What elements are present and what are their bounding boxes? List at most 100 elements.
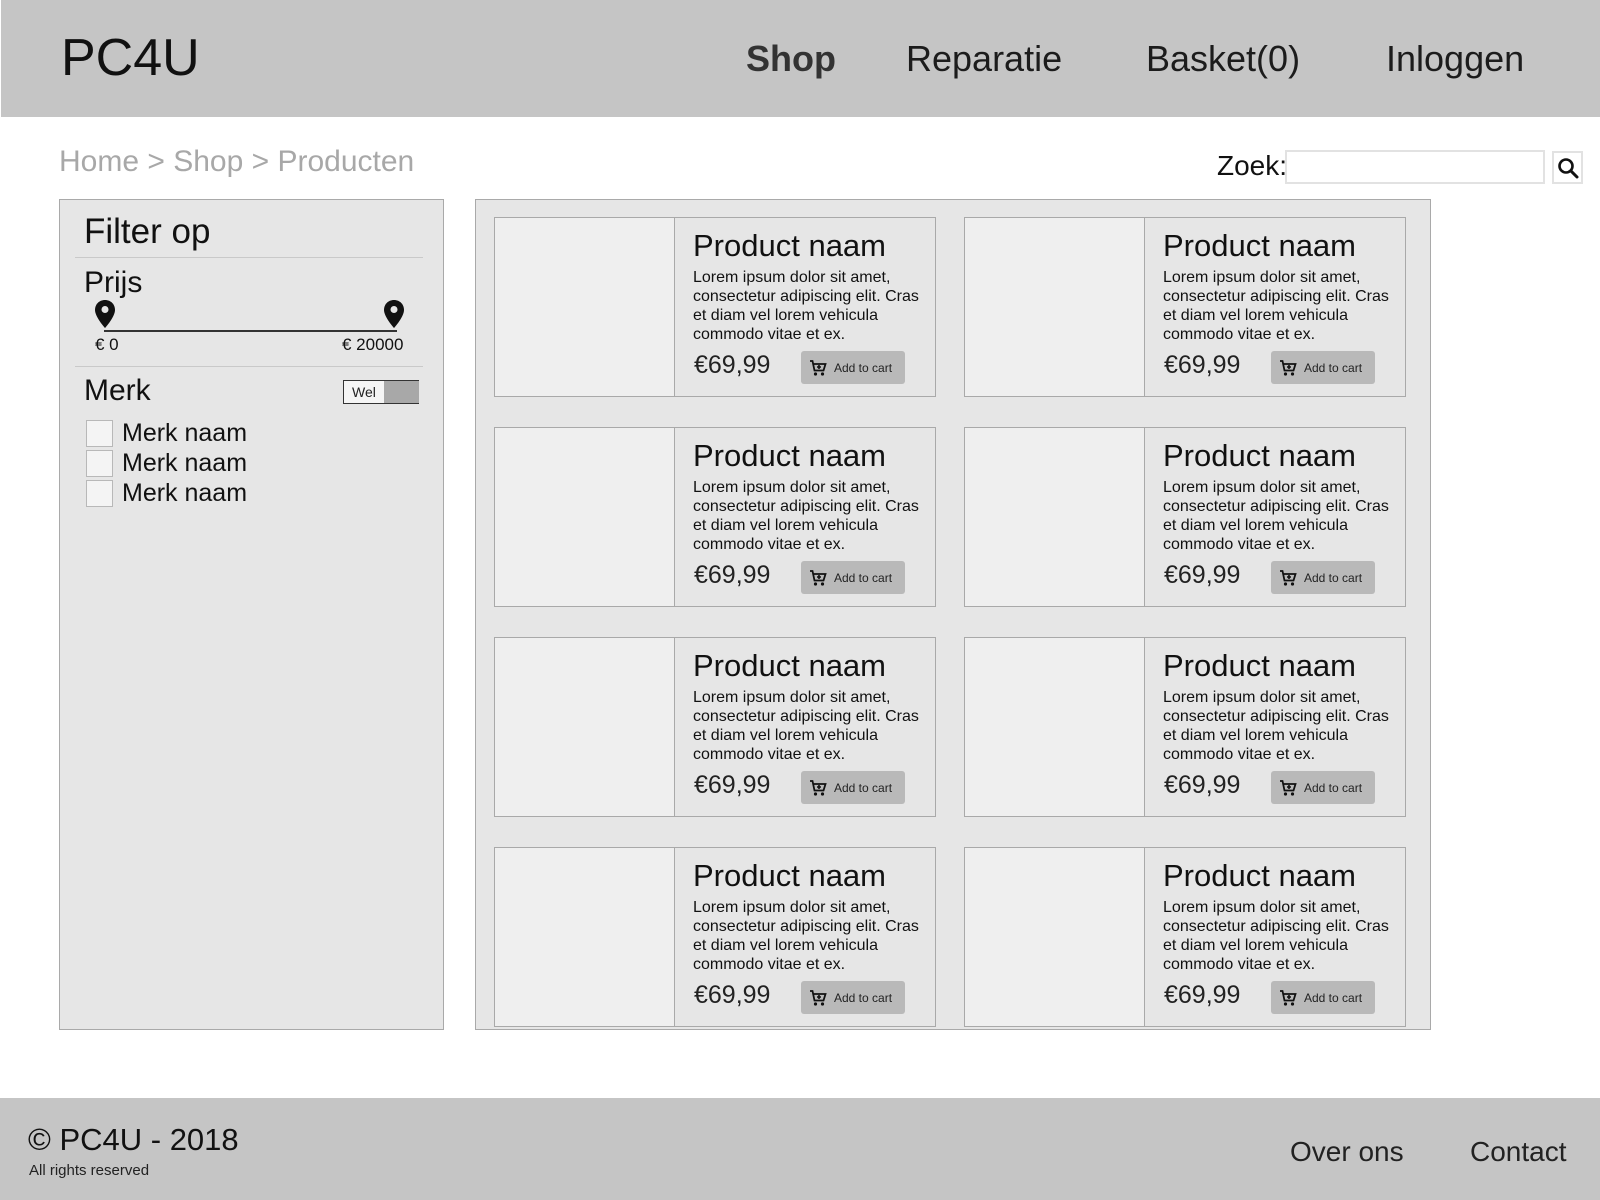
- product-description: Lorem ipsum dolor sit amet, consectetur …: [693, 479, 919, 553]
- product-name[interactable]: Product naam: [693, 228, 886, 264]
- product-price: €69,99: [1164, 771, 1241, 799]
- price-max-label: € 20000: [342, 335, 404, 354]
- product-card[interactable]: Product naam Lorem ipsum dolor sit amet,…: [494, 217, 936, 397]
- cart-icon: [1280, 359, 1297, 376]
- add-to-cart-label: Add to cart: [1304, 570, 1363, 585]
- product-image[interactable]: [965, 428, 1145, 606]
- product-image[interactable]: [965, 848, 1145, 1026]
- product-card[interactable]: Product naam Lorem ipsum dolor sit amet,…: [964, 427, 1406, 607]
- product-price: €69,99: [1164, 351, 1241, 379]
- add-to-cart-button[interactable]: Add to cart: [1271, 561, 1375, 594]
- brand-toggle[interactable]: Wel: [343, 380, 419, 404]
- product-card[interactable]: Product naam Lorem ipsum dolor sit amet,…: [964, 217, 1406, 397]
- product-name[interactable]: Product naam: [693, 648, 886, 684]
- filter-divider: [75, 366, 423, 367]
- logo[interactable]: PC4U: [61, 28, 200, 88]
- product-name[interactable]: Product naam: [1163, 648, 1356, 684]
- brand-option[interactable]: Merk naam: [86, 479, 247, 507]
- price-title: Prijs: [84, 266, 143, 299]
- product-card[interactable]: Product naam Lorem ipsum dolor sit amet,…: [494, 427, 936, 607]
- nav-reparatie[interactable]: Reparatie: [906, 38, 1062, 80]
- add-to-cart-label: Add to cart: [1304, 360, 1363, 375]
- product-card[interactable]: Product naam Lorem ipsum dolor sit amet,…: [964, 847, 1406, 1027]
- product-name[interactable]: Product naam: [693, 858, 886, 894]
- site-footer: © PC4U - 2018 All rights reserved Over o…: [0, 1098, 1600, 1200]
- add-to-cart-label: Add to cart: [1304, 780, 1363, 795]
- cart-icon: [1280, 779, 1297, 796]
- filter-divider: [75, 257, 423, 258]
- add-to-cart-label: Add to cart: [834, 780, 893, 795]
- add-to-cart-button[interactable]: Add to cart: [1271, 981, 1375, 1014]
- product-description: Lorem ipsum dolor sit amet, consectetur …: [693, 269, 919, 343]
- product-image[interactable]: [495, 428, 675, 606]
- search-button[interactable]: [1552, 151, 1583, 184]
- filter-panel: Filter op Prijs € 0 € 20000 Merk Wel Mer…: [59, 199, 444, 1030]
- brand-label: Merk naam: [122, 478, 248, 507]
- footer-link-contact[interactable]: Contact: [1470, 1136, 1567, 1168]
- product-image[interactable]: [965, 638, 1145, 816]
- search-input[interactable]: [1285, 150, 1545, 184]
- nav-basket[interactable]: Basket(0): [1146, 38, 1300, 80]
- add-to-cart-label: Add to cart: [1304, 990, 1363, 1005]
- product-description: Lorem ipsum dolor sit amet, consectetur …: [1163, 899, 1389, 973]
- product-image[interactable]: [495, 848, 675, 1026]
- brand-label: Merk naam: [122, 448, 248, 477]
- cart-icon: [1280, 569, 1297, 586]
- product-description: Lorem ipsum dolor sit amet, consectetur …: [693, 689, 919, 763]
- add-to-cart-button[interactable]: Add to cart: [801, 981, 905, 1014]
- nav-shop[interactable]: Shop: [746, 38, 836, 80]
- product-image[interactable]: [965, 218, 1145, 396]
- product-grid: Product naam Lorem ipsum dolor sit amet,…: [475, 199, 1431, 1030]
- search-label: Zoek:: [1217, 150, 1288, 181]
- product-card[interactable]: Product naam Lorem ipsum dolor sit amet,…: [494, 637, 936, 817]
- add-to-cart-label: Add to cart: [834, 990, 893, 1005]
- product-name[interactable]: Product naam: [693, 438, 886, 474]
- site-header: PC4U Shop Reparatie Basket(0) Inloggen: [1, 0, 1600, 117]
- brand-option[interactable]: Merk naam: [86, 449, 247, 477]
- add-to-cart-label: Add to cart: [834, 570, 893, 585]
- cart-icon: [810, 569, 827, 586]
- product-price: €69,99: [1164, 981, 1241, 1009]
- cart-icon: [1280, 989, 1297, 1006]
- add-to-cart-button[interactable]: Add to cart: [1271, 351, 1375, 384]
- product-name[interactable]: Product naam: [1163, 228, 1356, 264]
- price-slider-track[interactable]: [104, 330, 397, 332]
- map-pin-icon[interactable]: [94, 299, 116, 329]
- brand-label: Merk naam: [122, 418, 248, 447]
- brand-option[interactable]: Merk naam: [86, 419, 247, 447]
- add-to-cart-button[interactable]: Add to cart: [801, 771, 905, 804]
- breadcrumb[interactable]: Home > Shop > Producten: [59, 145, 414, 179]
- filter-title: Filter op: [84, 212, 211, 251]
- product-name[interactable]: Product naam: [1163, 438, 1356, 474]
- toggle-label: Wel: [352, 384, 376, 400]
- footer-link-over-ons[interactable]: Over ons: [1290, 1136, 1404, 1168]
- brand-checkbox[interactable]: [86, 419, 113, 447]
- product-name[interactable]: Product naam: [1163, 858, 1356, 894]
- product-card[interactable]: Product naam Lorem ipsum dolor sit amet,…: [964, 637, 1406, 817]
- product-image[interactable]: [495, 218, 675, 396]
- add-to-cart-label: Add to cart: [834, 360, 893, 375]
- cart-icon: [810, 359, 827, 376]
- search-icon: [1557, 157, 1578, 178]
- product-price: €69,99: [694, 771, 771, 799]
- add-to-cart-button[interactable]: Add to cart: [1271, 771, 1375, 804]
- product-image[interactable]: [495, 638, 675, 816]
- product-price: €69,99: [694, 561, 771, 589]
- copyright: © PC4U - 2018: [28, 1122, 239, 1157]
- brand-checkbox[interactable]: [86, 449, 113, 477]
- price-min-label: € 0: [95, 335, 119, 354]
- brand-title: Merk: [84, 374, 151, 407]
- brand-checkbox[interactable]: [86, 479, 113, 507]
- nav-inloggen[interactable]: Inloggen: [1386, 38, 1524, 80]
- product-card[interactable]: Product naam Lorem ipsum dolor sit amet,…: [494, 847, 936, 1027]
- product-description: Lorem ipsum dolor sit amet, consectetur …: [1163, 269, 1389, 343]
- add-to-cart-button[interactable]: Add to cart: [801, 561, 905, 594]
- add-to-cart-button[interactable]: Add to cart: [801, 351, 905, 384]
- toggle-knob: [384, 381, 419, 403]
- product-description: Lorem ipsum dolor sit amet, consectetur …: [1163, 689, 1389, 763]
- product-price: €69,99: [694, 981, 771, 1009]
- product-price: €69,99: [1164, 561, 1241, 589]
- product-description: Lorem ipsum dolor sit amet, consectetur …: [693, 899, 919, 973]
- map-pin-icon[interactable]: [383, 299, 405, 329]
- cart-icon: [810, 779, 827, 796]
